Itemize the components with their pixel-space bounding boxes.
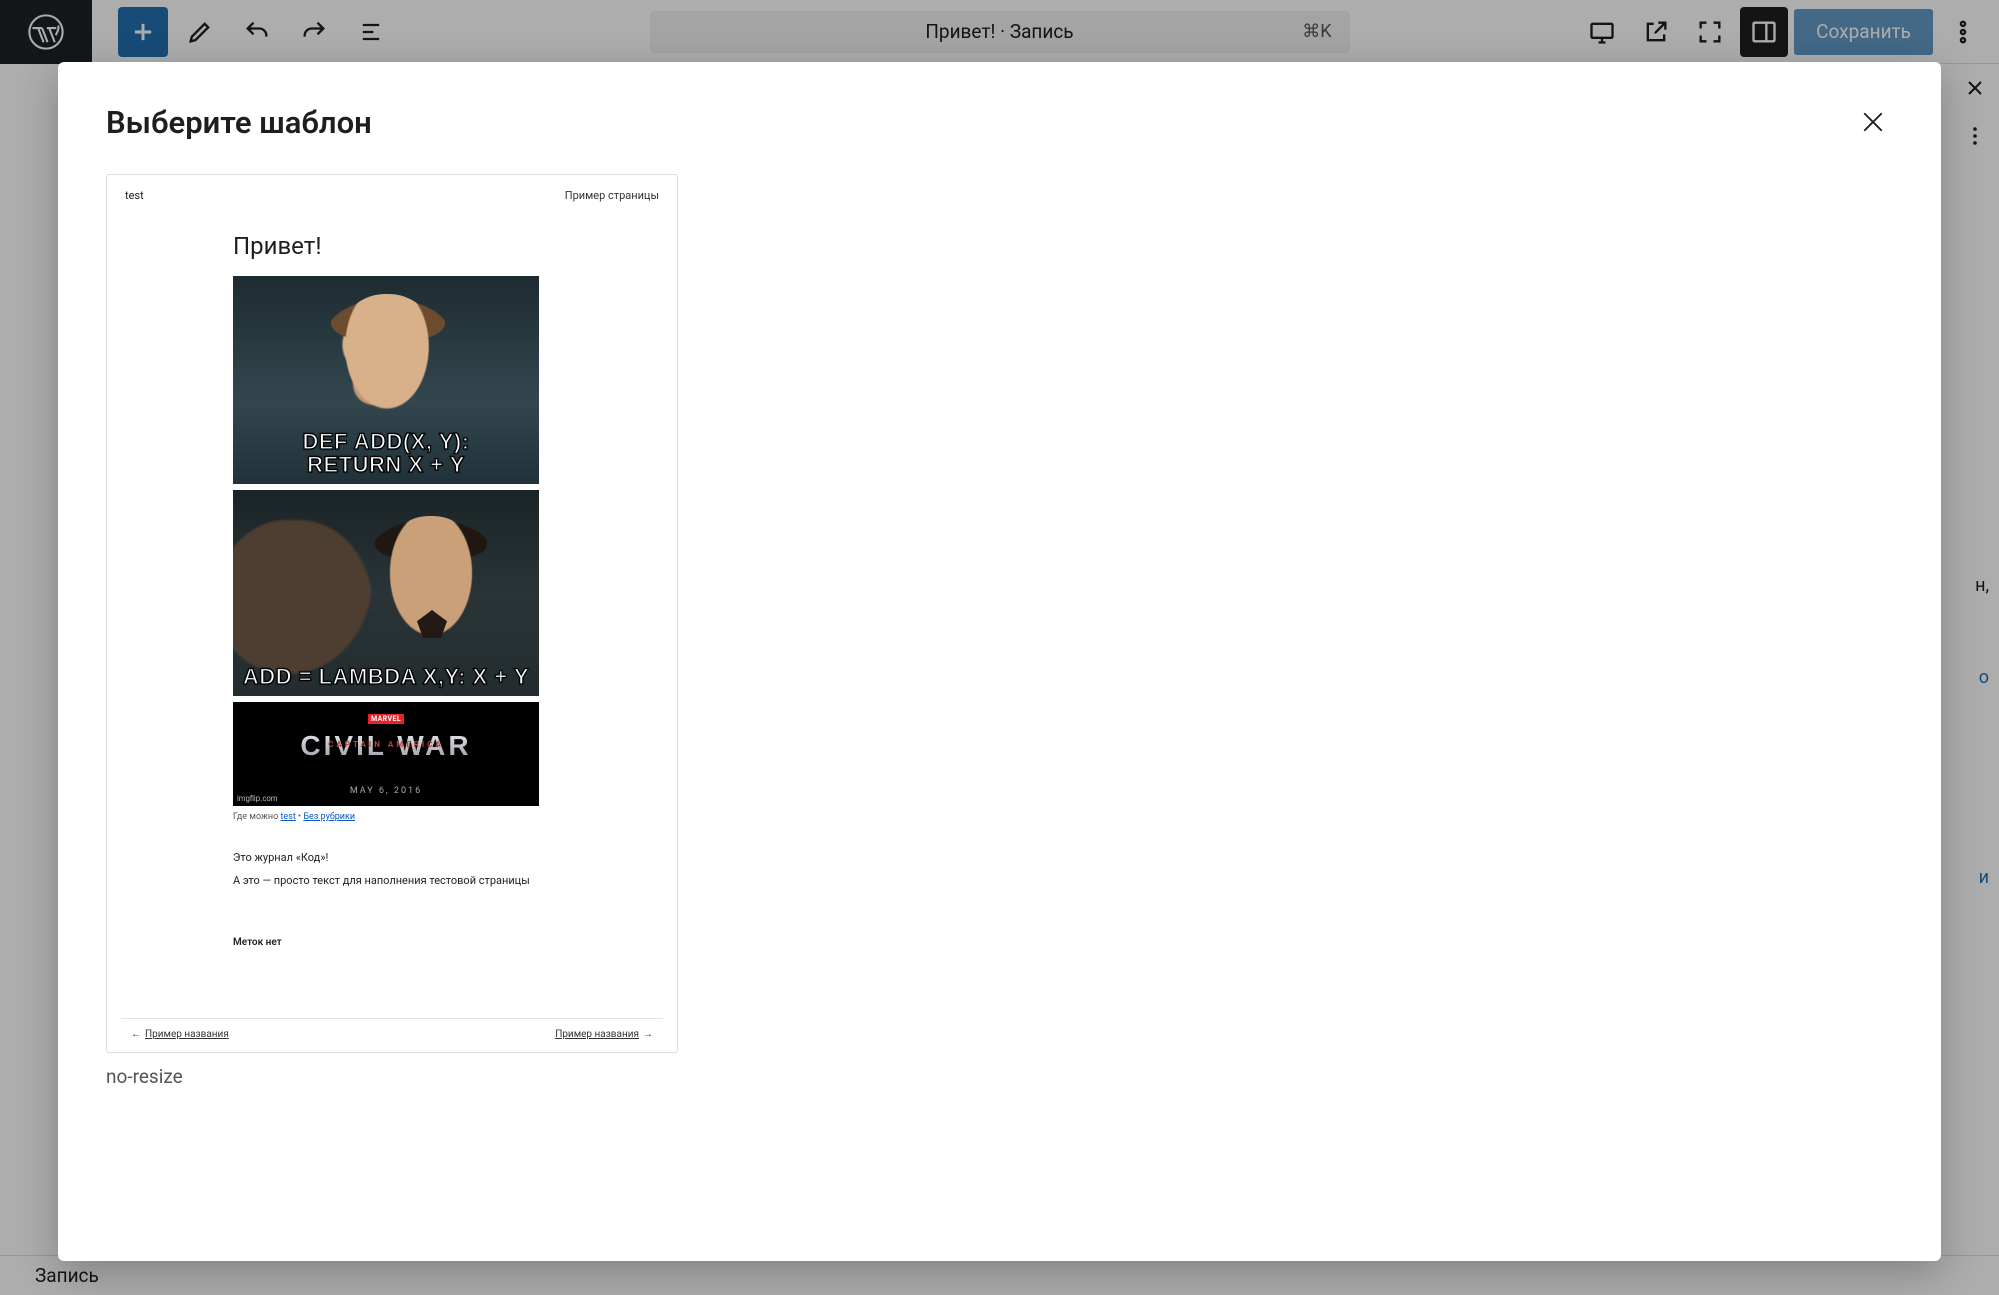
modal-title: Выберите шаблон xyxy=(106,104,372,141)
modal-close-button[interactable] xyxy=(1851,100,1895,144)
preview-no-tags: Меток нет xyxy=(233,937,663,948)
choose-template-modal: Выберите шаблон test Пример страницы При… xyxy=(58,62,1941,1261)
preview-sample-page-link: Пример страницы xyxy=(565,189,659,202)
template-name: no-resize xyxy=(106,1065,1893,1088)
template-option[interactable]: test Пример страницы Привет! DEF ADD(X, … xyxy=(106,174,678,1053)
preview-site-title: test xyxy=(125,189,144,202)
template-preview: test Пример страницы Привет! DEF ADD(X, … xyxy=(107,175,677,1052)
preview-post-nav: ←Пример названия Пример названия→ xyxy=(121,1018,663,1042)
preview-paragraph: Это журнал «Код»! xyxy=(233,850,663,865)
preview-meme-image: DEF ADD(X, Y): RETURN X + Y ADD = LAMBDA… xyxy=(233,276,539,806)
preview-paragraph: А это — просто текст для наполнения тест… xyxy=(233,873,663,888)
preview-tags: Где можно test • Без рубрики xyxy=(233,812,663,822)
preview-page-title: Привет! xyxy=(233,232,663,260)
